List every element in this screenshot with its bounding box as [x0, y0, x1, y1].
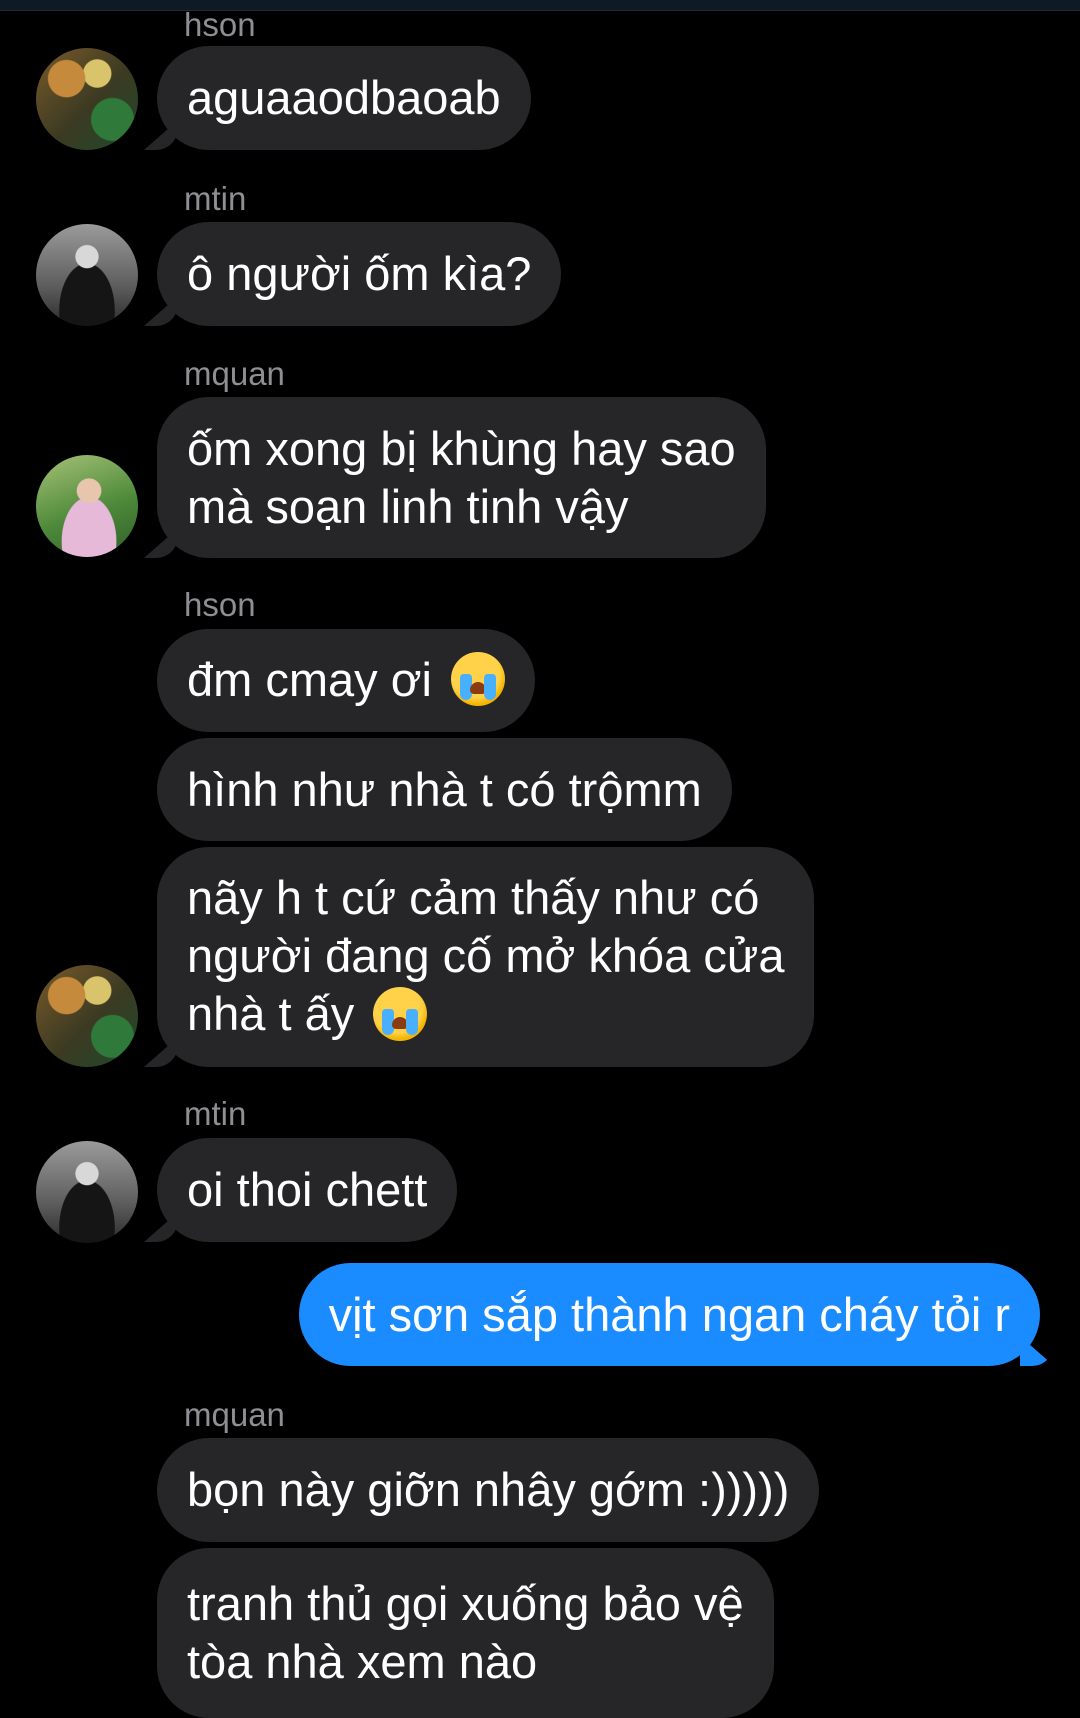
loudly-crying-face-icon	[373, 986, 428, 1041]
sender-name: mquan	[184, 355, 285, 392]
message-bubble[interactable]: bọn này giỡn nhây gớm :)))))	[157, 1438, 820, 1542]
message-line: mà soạn linh tinh vậy	[187, 479, 629, 533]
loudly-crying-face-icon	[451, 652, 506, 707]
sender-name: mtin	[184, 180, 247, 217]
message-bubble[interactable]: đm cmay ơi	[157, 629, 536, 732]
message-line: ốm xong bị khùng hay sao	[187, 421, 736, 475]
outgoing-message-bubble[interactable]: vịt sơn sắp thành ngan cháy tỏi r	[298, 1263, 1040, 1366]
message-line: người đang cố mở khóa cửa	[187, 929, 785, 983]
sender-name: hson	[184, 586, 256, 623]
sender-name: hson	[184, 6, 256, 43]
avatar-mquan[interactable]	[36, 455, 138, 557]
sender-name: mquan	[184, 1396, 285, 1433]
message-line: tòa nhà xem nào	[187, 1635, 538, 1688]
message-line: nhà t ấy	[187, 987, 355, 1041]
message-line: nãy h t cứ cảm thấy như có	[187, 871, 760, 925]
message-bubble[interactable]: hình như nhà t có trộmm	[157, 738, 732, 841]
message-text: vịt sơn sắp thành ngan cháy tỏi r	[328, 1287, 1010, 1341]
message-text: đm cmay ơi	[187, 652, 432, 706]
message-line: tranh thủ gọi xuống bảo vệ	[187, 1577, 744, 1630]
message-bubble[interactable]: tranh thủ gọi xuống bảo vệ tòa nhà xem n…	[157, 1548, 774, 1718]
message-bubble[interactable]: ô người ốm kìa?	[157, 222, 562, 326]
message-bubble[interactable]: ốm xong bị khùng hay sao mà soạn linh ti…	[157, 397, 766, 558]
message-text: aguaaodbaoab	[187, 71, 501, 124]
message-text: oi thoi chett	[187, 1163, 428, 1216]
message-bubble[interactable]: nãy h t cứ cảm thấy như có người đang cố…	[157, 847, 815, 1067]
sender-name: mtin	[184, 1095, 247, 1132]
avatar-mtin[interactable]	[36, 1141, 138, 1243]
message-text: bọn này giỡn nhây gớm :)))))	[187, 1463, 790, 1516]
avatar-mtin[interactable]	[36, 224, 138, 326]
message-bubble[interactable]: oi thoi chett	[157, 1138, 458, 1242]
avatar-hson[interactable]	[36, 48, 138, 150]
avatar-hson[interactable]	[36, 965, 138, 1067]
message-text: hình như nhà t có trộmm	[187, 762, 702, 816]
message-text: ô người ốm kìa?	[187, 247, 532, 300]
top-edge	[0, 0, 1080, 11]
message-bubble[interactable]: aguaaodbaoab	[157, 46, 531, 150]
